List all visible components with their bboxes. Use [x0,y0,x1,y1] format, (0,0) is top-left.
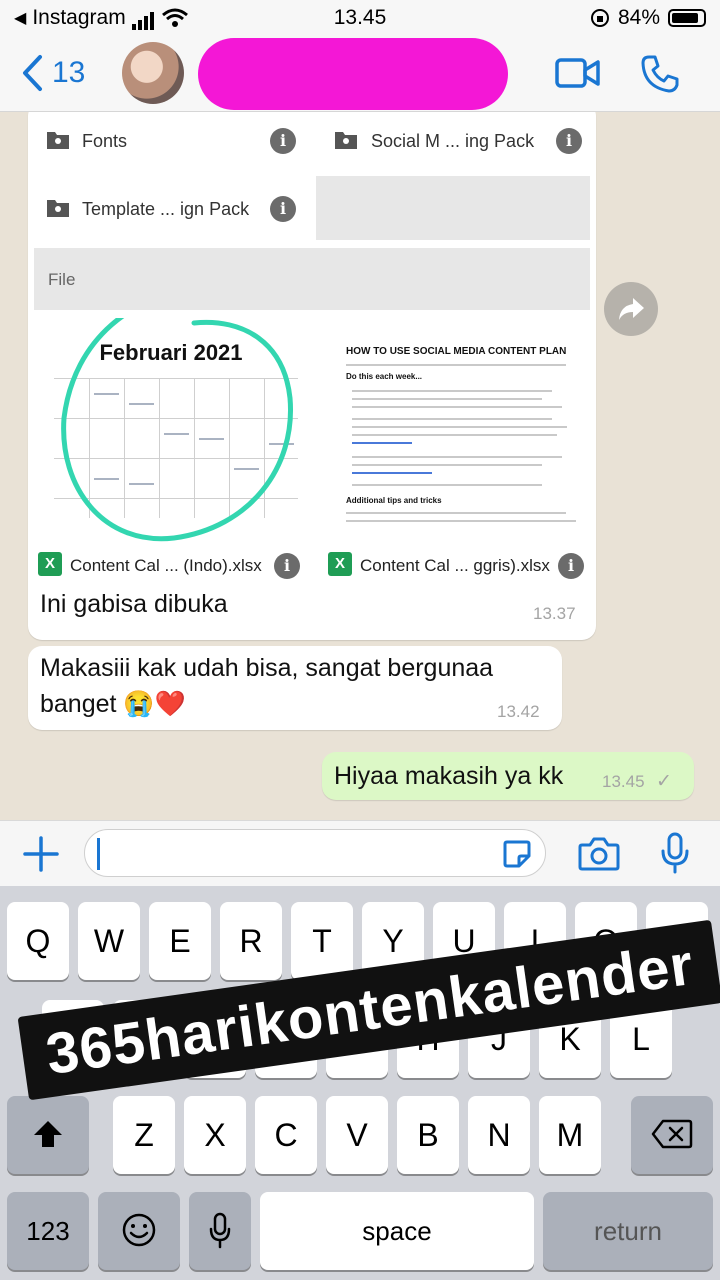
file-row-2[interactable]: X Content Cal ... ggris).xlsx i [316,542,590,590]
shift-key[interactable] [7,1096,89,1174]
battery-percent: 84% [617,6,660,29]
howto-preview-title: HOW TO USE SOCIAL MEDIA CONTENT PLAN [346,346,567,357]
hand-drawn-circle-annotation [61,318,293,542]
chat-header: 13 [0,36,720,112]
incoming-message-bubble[interactable]: Makasiii kak udah bisa, sangat bergunaa … [28,646,562,730]
excel-icon: X [328,552,352,576]
howto-preview-heading: Additional tips and tricks [346,496,442,505]
emoji-icon [122,1213,156,1247]
microphone-icon[interactable] [660,831,690,875]
sent-check-icon: ✓ [656,771,672,792]
info-icon[interactable]: i [270,196,296,222]
contact-name-redacted[interactable] [198,38,508,110]
info-icon[interactable]: i [270,128,296,154]
key-n[interactable]: N [468,1096,530,1174]
message-input[interactable] [84,829,546,877]
orientation-lock-icon [590,9,609,27]
info-icon[interactable]: i [556,128,582,154]
message-time: 13.42 [497,702,540,721]
microphone-icon [209,1212,231,1249]
file-section: File [34,248,590,310]
unread-count: 13 [52,56,86,89]
key-w[interactable]: W [78,902,140,980]
message-text: Hiyaa makasih ya kk [334,762,564,790]
emoji-key[interactable] [98,1192,180,1270]
file-preview-howto[interactable]: HOW TO USE SOCIAL MEDIA CONTENT PLAN Do … [316,318,590,542]
shift-icon [34,1121,62,1147]
message-text-line1: Makasiii kak udah bisa, sangat bergunaa [40,654,494,682]
file-name: Content Cal ... ggris).xlsx [360,556,550,575]
file-section-label: File [48,270,76,289]
contact-avatar[interactable] [122,42,184,104]
file-preview-calendar[interactable]: Februari 2021 [34,318,308,542]
chat-area[interactable]: Fonts i Social M ... ing Pack i Template… [0,112,720,820]
message-text: Ini gabisa dibuka [40,590,228,618]
key-q[interactable]: Q [7,902,69,980]
excel-icon: X [38,552,62,576]
delete-key[interactable] [631,1096,713,1174]
message-time: 13.45 [602,772,645,791]
empty-cell [316,176,590,240]
key-r[interactable]: R [220,902,282,980]
numbers-key[interactable]: 123 [7,1192,89,1270]
back-button[interactable]: 13 [20,54,85,92]
return-key[interactable]: return [543,1192,713,1270]
folder-icon [335,132,357,149]
forward-button[interactable] [604,282,658,336]
key-m[interactable]: M [539,1096,601,1174]
key-b[interactable]: B [397,1096,459,1174]
sticker-icon[interactable] [501,838,533,870]
text-caret [97,838,100,870]
folder-card-template[interactable]: Template ... ign Pack i [34,176,308,240]
plus-icon[interactable] [22,835,60,873]
folder-card-fonts[interactable]: Fonts i [34,112,308,168]
backspace-icon [651,1119,693,1149]
forward-icon [619,298,644,320]
key-c[interactable]: C [255,1096,317,1174]
key-v[interactable]: V [326,1096,388,1174]
howto-preview-heading: Do this each week... [346,372,423,381]
key-z[interactable]: Z [113,1096,175,1174]
folder-icon [47,200,69,217]
phone-call-icon[interactable] [640,54,680,94]
message-time: 13.37 [533,604,576,623]
space-key[interactable]: space [260,1192,534,1270]
file-row-1[interactable]: X Content Cal ... (Indo).xlsx i [34,542,308,590]
dictation-key[interactable] [189,1192,251,1270]
info-icon[interactable]: i [274,553,300,579]
folder-label: Fonts [82,131,128,151]
key-e[interactable]: E [149,902,211,980]
message-text-line2: banget 😭❤️ [40,690,186,718]
folder-label: Template ... ign Pack [82,199,250,219]
info-icon[interactable]: i [558,553,584,579]
folder-icon [47,132,69,149]
battery-icon [668,9,706,27]
outgoing-message-bubble[interactable]: Hiyaa makasih ya kk 13.45 ✓ [322,752,694,800]
camera-icon[interactable] [578,835,620,871]
video-call-icon[interactable] [555,54,601,92]
message-input-bar [0,820,720,886]
folder-label: Social M ... ing Pack [371,131,535,151]
shared-files-bubble[interactable]: Fonts i Social M ... ing Pack i Template… [28,112,596,640]
chevron-left-icon [23,55,42,91]
status-bar: ◀ Instagram 13.45 84% [0,0,720,36]
status-right: 84% [590,6,706,30]
folder-card-social-media[interactable]: Social M ... ing Pack i [316,112,590,168]
file-name: Content Cal ... (Indo).xlsx [70,556,262,575]
key-x[interactable]: X [184,1096,246,1174]
key-t[interactable]: T [291,902,353,980]
